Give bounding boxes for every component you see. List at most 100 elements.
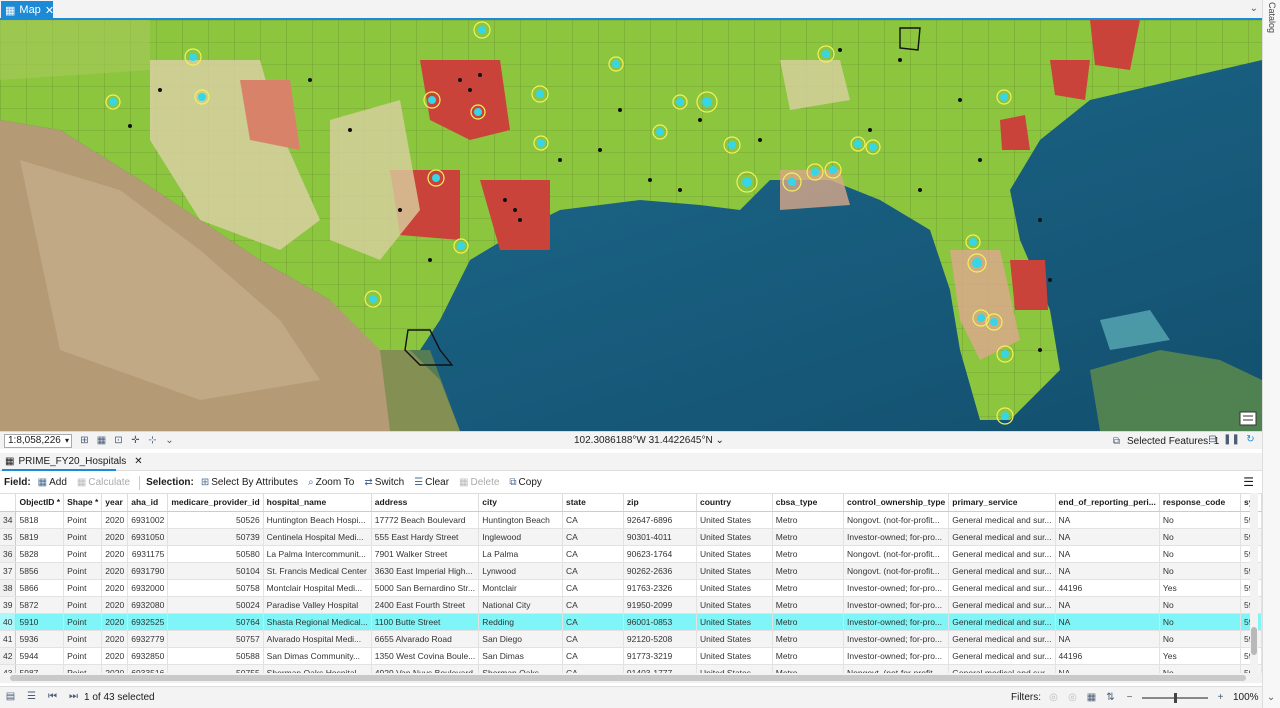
zoom-out-icon[interactable]: − [1123, 691, 1136, 704]
table-cell[interactable]: San Dimas [478, 647, 563, 665]
table-row[interactable]: 39 5872 Point 2020 6932080 50024 Paradise Vall… [0, 596, 1262, 614]
table-cell[interactable]: No [1159, 528, 1242, 546]
column-header[interactable]: medicare_provider_id [167, 494, 264, 512]
table-cell[interactable]: 50764 [167, 613, 264, 631]
table-row[interactable]: 42 5944 Point 2020 6932850 50588 San Dimas Com… [0, 647, 1262, 665]
zoom-to-button[interactable]: ⌕ Zoom To [305, 477, 357, 488]
column-header[interactable]: Shape * [63, 494, 103, 512]
row-number[interactable]: 42 [0, 647, 17, 665]
table-cell[interactable]: 50757 [167, 630, 264, 648]
table-cell[interactable]: General medical and sur... [948, 579, 1056, 597]
column-header[interactable]: primary_service [948, 494, 1056, 512]
table-row[interactable]: 41 5936 Point 2020 6932779 50757 Alvarado Hosp… [0, 630, 1262, 648]
table-cell[interactable]: 6932779 [127, 630, 169, 648]
filter-extent-icon[interactable]: ◎ [1047, 691, 1060, 704]
table-cell[interactable]: 44196 [1055, 647, 1160, 665]
table-cell[interactable]: 5000 San Bernardino Str... [371, 579, 480, 597]
table-cell[interactable]: 91950-2099 [623, 596, 697, 614]
table-cell[interactable]: General medical and sur... [948, 630, 1056, 648]
sort-icon[interactable]: ⇅ [1104, 691, 1117, 704]
table-cell[interactable]: 2020 [101, 647, 129, 665]
column-header[interactable]: control_ownership_type [843, 494, 950, 512]
table-cell[interactable]: Montclair Hospital Medi... [263, 579, 372, 597]
zoom-slider-knob[interactable] [1174, 692, 1177, 703]
table-cell[interactable]: Metro [772, 562, 845, 580]
table-cell[interactable]: United States [696, 545, 773, 563]
table-cell[interactable]: Point [63, 579, 103, 597]
row-number[interactable]: 34 [0, 511, 17, 529]
table-cell[interactable]: Point [63, 664, 103, 673]
table-cell[interactable]: General medical and sur... [948, 528, 1056, 546]
table-cell[interactable]: United States [696, 579, 773, 597]
close-icon[interactable]: ✕ [134, 456, 142, 467]
first-record-icon[interactable]: ⏮ [46, 690, 59, 703]
vertical-scrollbar[interactable] [1250, 493, 1258, 673]
table-cell[interactable]: NA [1055, 545, 1160, 563]
table-cell[interactable]: 6933516 [127, 664, 169, 673]
table-cell[interactable]: 2020 [101, 562, 129, 580]
column-header[interactable]: response_code [1159, 494, 1242, 512]
table-cell[interactable]: 1350 West Covina Boule... [371, 647, 480, 665]
catalog-pane-tab[interactable]: Catalog [1262, 0, 1280, 708]
table-cell[interactable]: 2020 [101, 545, 129, 563]
table-cell[interactable]: General medical and sur... [948, 664, 1056, 673]
table-cell[interactable]: 6931175 [127, 545, 169, 563]
table-cell[interactable]: Lynwood [478, 562, 563, 580]
menu-icon[interactable]: ☰ [1243, 475, 1254, 489]
horizontal-scroll-thumb[interactable] [10, 675, 1246, 681]
table-cell[interactable]: No [1159, 562, 1242, 580]
column-header[interactable]: city [478, 494, 563, 512]
table-cell[interactable]: CA [562, 647, 624, 665]
column-header[interactable]: hospital_name [263, 494, 372, 512]
row-number[interactable]: 40 [0, 613, 17, 631]
map-corner-icon[interactable] [1239, 411, 1257, 426]
table-cell[interactable]: CA [562, 579, 624, 597]
row-number[interactable]: 39 [0, 596, 17, 614]
row-number[interactable]: 35 [0, 528, 17, 546]
scale-selector[interactable]: 1:8,058,226 ▾ [4, 434, 72, 448]
table-cell[interactable]: 91773-3219 [623, 647, 697, 665]
table-cell[interactable]: 50588 [167, 647, 264, 665]
table-cell[interactable]: Point [63, 545, 103, 563]
calculate-field-button[interactable]: ▦ Calculate [74, 477, 133, 488]
table-cell[interactable]: No [1159, 613, 1242, 631]
table-cell[interactable]: CA [562, 545, 624, 563]
table-cell[interactable]: 90262-2636 [623, 562, 697, 580]
table-cell[interactable]: 90623-1764 [623, 545, 697, 563]
table-cell[interactable]: Sherman Oaks [478, 664, 563, 673]
column-header[interactable]: state [562, 494, 624, 512]
table-cell[interactable]: Metro [772, 630, 845, 648]
table-cell[interactable]: Metro [772, 596, 845, 614]
table-cell[interactable]: Point [63, 562, 103, 580]
table-cell[interactable]: Point [63, 528, 103, 546]
table-cell[interactable]: Centinela Hospital Medi... [263, 528, 372, 546]
table-cell[interactable]: United States [696, 596, 773, 614]
table-cell[interactable]: Huntington Beach Hospi... [263, 511, 372, 529]
table-row[interactable]: 43 5987 Point 2020 6933516 50755 Sherman Oaks … [0, 664, 1262, 673]
table-cell[interactable]: 6932525 [127, 613, 169, 631]
table-cell[interactable]: CA [562, 511, 624, 529]
table-cell[interactable]: 96001-0853 [623, 613, 697, 631]
table-cell[interactable]: Shasta Regional Medical... [263, 613, 372, 631]
table-cell[interactable]: 5944 [15, 647, 65, 665]
column-header[interactable]: aha_id [127, 494, 169, 512]
filter-selection-icon[interactable]: ◎ [1066, 691, 1079, 704]
table-cell[interactable]: 50024 [167, 596, 264, 614]
map-view[interactable] [0, 20, 1262, 431]
table-cell[interactable]: United States [696, 562, 773, 580]
table-cell[interactable]: General medical and sur... [948, 511, 1056, 529]
table-cell[interactable]: 50739 [167, 528, 264, 546]
table-cell[interactable]: 5828 [15, 545, 65, 563]
table-cell[interactable]: 50758 [167, 579, 264, 597]
table-cell[interactable]: No [1159, 596, 1242, 614]
copy-button[interactable]: ⧉ Copy [506, 477, 545, 488]
column-header[interactable]: ObjectID * [15, 494, 65, 512]
table-cell[interactable]: 5936 [15, 630, 65, 648]
zoom-slider[interactable] [1142, 692, 1208, 703]
table-cell[interactable]: Metro [772, 664, 845, 673]
table-cell[interactable]: 2400 East Fourth Street [371, 596, 480, 614]
table-cell[interactable]: 50104 [167, 562, 264, 580]
table-cell[interactable]: 6931050 [127, 528, 169, 546]
table-icon[interactable]: ▦ [95, 434, 108, 447]
table-cell[interactable]: 6932000 [127, 579, 169, 597]
